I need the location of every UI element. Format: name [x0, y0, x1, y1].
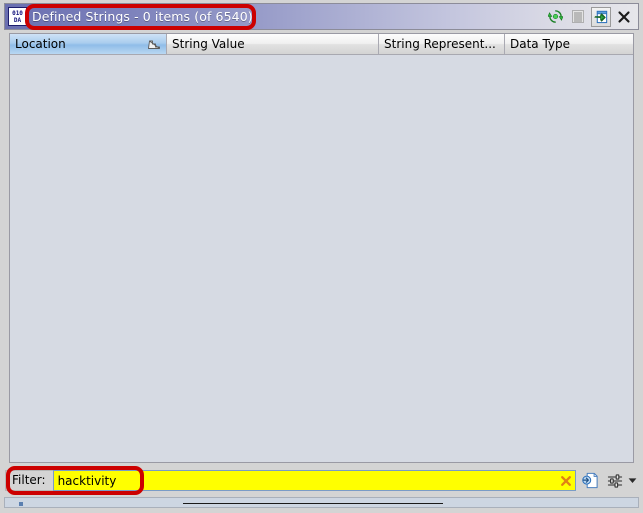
table-body-empty[interactable] — [10, 55, 633, 462]
title-bar-left: 010 DA Defined Strings - 0 items (of 654… — [5, 4, 545, 29]
filter-bar: Filter: — [5, 468, 638, 493]
column-header-string-value-label: String Value — [172, 37, 245, 51]
refresh-icon[interactable] — [545, 7, 565, 27]
column-header-string-representation[interactable]: String Represent... — [379, 34, 505, 54]
filter-text-options-icon-glyph — [581, 472, 598, 489]
column-header-location[interactable]: Location — [10, 34, 167, 54]
filter-input-wrapper[interactable] — [52, 470, 576, 491]
clear-x-icon-glyph — [561, 475, 571, 486]
sort-ascending-icon — [148, 40, 160, 49]
filter-text-options-icon[interactable] — [579, 470, 601, 491]
filter-settings-icon-glyph — [607, 473, 623, 488]
window-title-bar[interactable]: 010 DA Defined Strings - 0 items (of 654… — [4, 3, 639, 30]
filter-label: Filter: — [5, 470, 53, 491]
filter-settings-icon[interactable] — [604, 470, 626, 491]
menu-icon-glyph — [572, 10, 584, 23]
menu-icon[interactable] — [568, 7, 588, 27]
close-icon[interactable] — [614, 7, 634, 27]
hex-data-icon: 010 DA — [8, 7, 27, 26]
window-title: Defined Strings - 0 items (of 6540) — [32, 9, 253, 24]
defined-strings-window: 010 DA Defined Strings - 0 items (of 654… — [0, 0, 643, 513]
column-header-data-type-label: Data Type — [510, 37, 571, 51]
filter-dropdown-arrow-icon[interactable] — [626, 470, 638, 491]
strings-table-panel: Location String Value String Represent..… — [9, 33, 634, 463]
app-icon-line1: 010 — [12, 9, 23, 17]
snapshot-icon-glyph — [593, 10, 607, 24]
status-strip-marker — [19, 502, 23, 506]
close-icon-glyph — [618, 10, 630, 23]
status-strip — [4, 497, 639, 508]
snapshot-icon[interactable] — [591, 6, 611, 27]
table-header-row: Location String Value String Represent..… — [10, 34, 633, 55]
column-header-location-label: Location — [15, 37, 66, 51]
column-header-string-value[interactable]: String Value — [167, 34, 379, 54]
status-strip-divider — [183, 503, 443, 504]
refresh-icon-glyph — [547, 10, 563, 23]
app-icon-line2: DA — [13, 16, 22, 24]
clear-x-icon[interactable] — [557, 471, 575, 490]
title-bar-actions — [545, 4, 638, 29]
filter-dropdown-arrow-icon-glyph — [628, 478, 636, 483]
column-header-data-type[interactable]: Data Type — [505, 34, 633, 54]
filter-input[interactable] — [53, 471, 557, 490]
column-header-string-representation-label: String Represent... — [384, 37, 496, 51]
